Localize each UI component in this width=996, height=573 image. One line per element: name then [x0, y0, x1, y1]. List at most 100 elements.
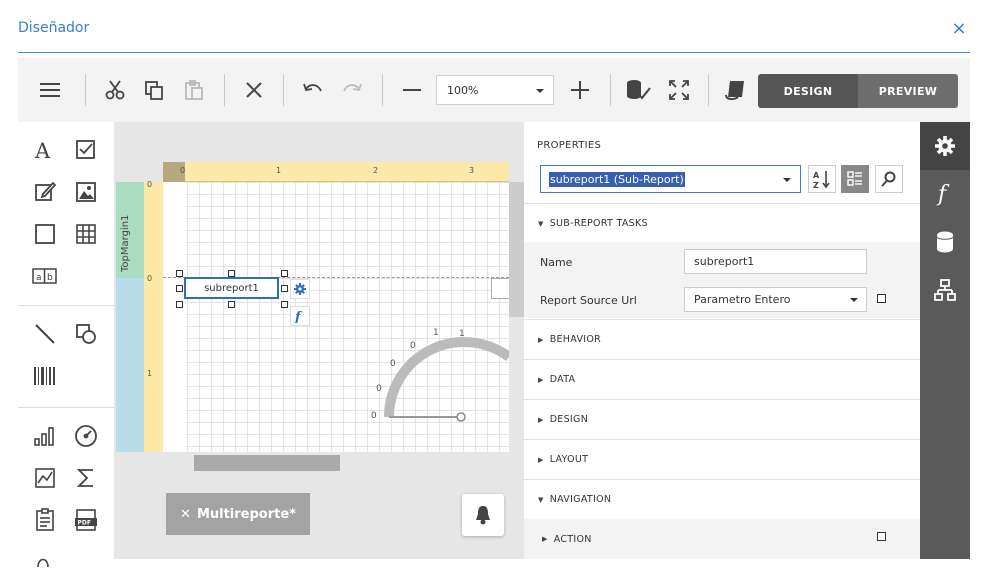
svg-text:PDF: PDF	[78, 520, 91, 527]
label-tool-icon[interactable]: A	[32, 137, 58, 163]
fullscreen-icon[interactable]	[665, 76, 693, 104]
pdf-content-tool-icon[interactable]: PDF	[73, 507, 99, 533]
categorized-icon[interactable]	[841, 165, 869, 193]
subreport-control[interactable]: subreport1	[184, 277, 279, 299]
character-comb-tool-icon[interactable]: ab	[32, 263, 58, 289]
sigma-icon[interactable]	[73, 465, 99, 491]
horizontal-ruler	[163, 162, 509, 182]
resize-handle[interactable]	[176, 301, 183, 308]
svg-text:f: f	[936, 182, 950, 206]
side-tab-strip: f	[920, 122, 970, 559]
behavior-section[interactable]: ▶ BEHAVIOR	[524, 319, 920, 359]
toolbar-divider	[224, 74, 225, 106]
svg-text:f: f	[294, 310, 303, 323]
triangle-right-icon: ▶	[538, 375, 544, 384]
vertical-scrollbar[interactable]	[509, 182, 524, 317]
menu-icon[interactable]	[36, 76, 64, 104]
resize-handle[interactable]	[176, 270, 183, 277]
report-source-checkbox[interactable]	[877, 294, 886, 303]
sparkline-tool-icon[interactable]	[32, 465, 58, 491]
data-section[interactable]: ▶ DATA	[524, 359, 920, 399]
resize-handle[interactable]	[228, 301, 235, 308]
resize-handle[interactable]	[281, 301, 288, 308]
section-label: BEHAVIOR	[549, 334, 602, 345]
toolbar-divider	[708, 74, 709, 106]
minus-icon[interactable]	[398, 76, 426, 104]
action-checkbox[interactable]	[877, 532, 886, 541]
gauge-label: 1	[433, 328, 439, 338]
resize-handle[interactable]	[281, 285, 288, 292]
svg-text:b: b	[47, 273, 53, 283]
picture-tool-icon[interactable]	[73, 179, 99, 205]
barcode-tool-icon[interactable]	[32, 363, 58, 389]
selected-component: subreport1 (Sub-Report)	[549, 172, 685, 187]
resize-handle[interactable]	[176, 285, 183, 292]
shape-tool-icon[interactable]	[32, 221, 58, 247]
hierarchy-icon[interactable]	[920, 266, 970, 314]
toolbar-divider	[382, 74, 383, 106]
more-tools-icon[interactable]	[32, 547, 58, 573]
report-tab[interactable]: ✕ Multireporte*	[166, 493, 310, 535]
richtext-tool-icon[interactable]	[32, 179, 58, 205]
navigation-section[interactable]: ▼ NAVIGATION	[524, 479, 920, 519]
preview-mode-button[interactable]: PREVIEW	[858, 74, 958, 108]
function-icon[interactable]: f	[290, 306, 310, 326]
plus-icon[interactable]	[566, 76, 594, 104]
band-label: TopMargin1	[120, 214, 131, 272]
design-section[interactable]: ▶ DESIGN	[524, 399, 920, 439]
horizontal-scrollbar[interactable]	[194, 455, 340, 471]
zoom-select[interactable]: 100%	[436, 75, 554, 105]
database-icon[interactable]	[920, 218, 970, 266]
line-tool-icon[interactable]	[32, 321, 58, 347]
sort-alpha-icon[interactable]: AZ	[808, 165, 836, 193]
gauge-label: 1	[459, 329, 465, 339]
checkbox-tool-icon[interactable]	[73, 137, 99, 163]
cross-band-shape-tool-icon[interactable]	[73, 321, 99, 347]
database-check-icon[interactable]	[624, 76, 652, 104]
scroll-icon[interactable]	[722, 76, 750, 104]
page-info-tool-icon[interactable]	[32, 507, 58, 533]
chart-tool-icon[interactable]	[32, 423, 58, 449]
design-mode-button[interactable]: DESIGN	[758, 74, 858, 108]
copy-icon[interactable]	[140, 76, 168, 104]
name-field[interactable]: subreport1	[684, 249, 867, 274]
resize-handle[interactable]	[228, 270, 235, 277]
design-surface[interactable]: TopMargin1 0 1 2 3 0 0 1 0 0 0 0 1 1 sub…	[114, 122, 524, 559]
section-label: DATA	[549, 374, 576, 385]
ruler-tick: 0	[180, 166, 186, 175]
gauge-tool-icon[interactable]	[73, 423, 99, 449]
bell-icon[interactable]	[462, 494, 504, 536]
toolbox: A ab PDF	[18, 122, 114, 567]
function-icon[interactable]: f	[920, 170, 970, 218]
properties-panel: PROPERTIES subreport1 (Sub-Report) AZ ▼ S…	[524, 122, 920, 559]
undo-icon[interactable]	[299, 76, 327, 104]
table-tool-icon[interactable]	[73, 221, 99, 247]
gear-icon[interactable]	[920, 122, 970, 170]
section-label: DESIGN	[549, 414, 589, 425]
ruler-tick: 0	[147, 180, 153, 189]
report-source-url-value: Parametro Entero	[694, 293, 791, 306]
zoom-value: 100%	[447, 84, 479, 97]
gear-icon[interactable]	[290, 279, 310, 299]
triangle-right-icon: ▶	[538, 415, 544, 424]
section-label: SUB-REPORT TASKS	[549, 218, 648, 229]
search-icon[interactable]	[875, 165, 903, 193]
resize-handle[interactable]	[281, 270, 288, 277]
close-icon[interactable]: ×	[950, 20, 968, 38]
svg-text:a: a	[36, 273, 42, 283]
mode-switch: DESIGN PREVIEW	[758, 74, 958, 108]
sub-report-tasks-section[interactable]: ▼ SUB-REPORT TASKS	[524, 203, 920, 243]
clipped-control[interactable]	[491, 278, 509, 299]
close-icon[interactable]	[240, 76, 268, 104]
close-icon[interactable]: ✕	[180, 507, 191, 522]
paste-icon[interactable]	[180, 76, 208, 104]
action-subsection[interactable]: ▶ ACTION	[524, 519, 920, 559]
gauge-control[interactable]	[369, 322, 509, 422]
scissors-icon[interactable]	[101, 76, 129, 104]
report-source-url-select[interactable]: Parametro Entero	[684, 287, 867, 312]
name-label: Name	[540, 256, 573, 269]
component-select[interactable]: subreport1 (Sub-Report)	[540, 165, 801, 193]
redo-icon[interactable]	[338, 76, 366, 104]
ruler-tick: 3	[469, 166, 475, 175]
layout-section[interactable]: ▶ LAYOUT	[524, 439, 920, 479]
